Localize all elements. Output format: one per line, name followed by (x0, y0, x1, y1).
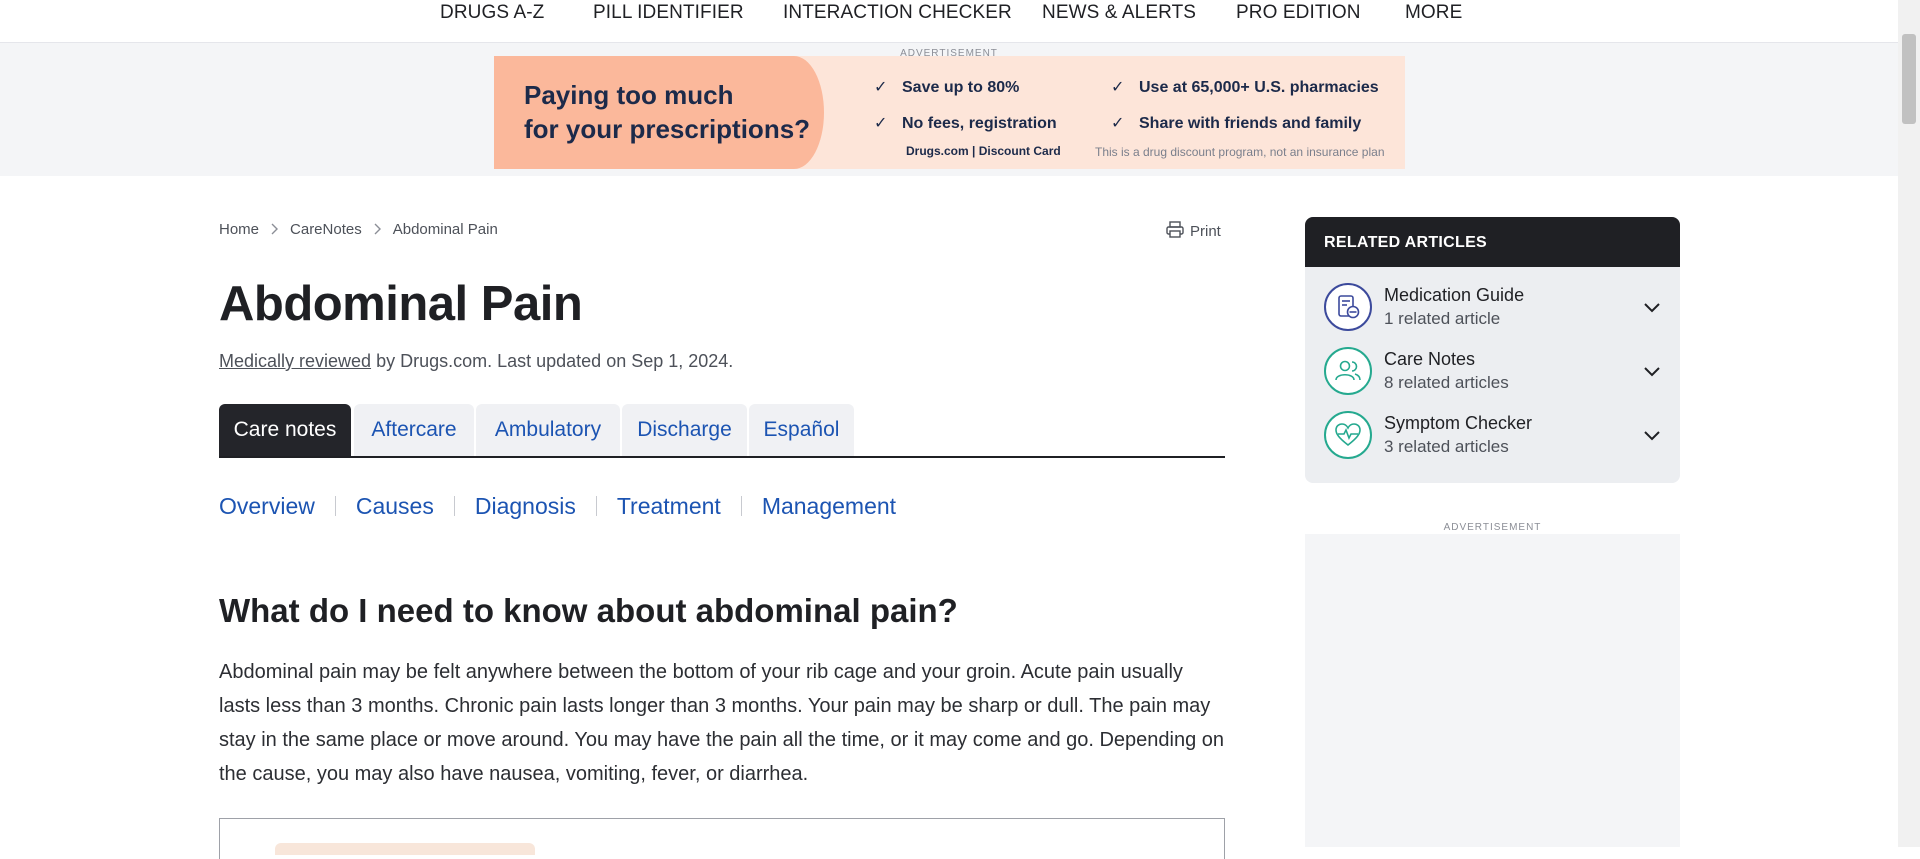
check-icon: ✓ (874, 79, 888, 96)
banner-bullet-text: Save up to 80% (902, 79, 1020, 96)
banner-headline: Paying too much for your prescriptions? (524, 78, 824, 146)
print-button[interactable]: Print (1166, 221, 1221, 242)
related-item-count: 8 related articles (1384, 373, 1509, 392)
chevron-down-icon[interactable] (1640, 295, 1664, 319)
banner-bullet-text: No fees, registration (902, 115, 1057, 132)
tab-aftercare[interactable]: Aftercare (354, 404, 474, 456)
heart-pulse-icon (1324, 411, 1372, 459)
divider (453, 496, 455, 516)
related-item-count: 1 related article (1384, 309, 1501, 328)
tab-discharge[interactable]: Discharge (622, 404, 747, 456)
nav-drugs-a-z[interactable]: DRUGS A-Z (440, 2, 544, 24)
scrollbar-thumb[interactable] (1902, 34, 1916, 124)
check-icon: ✓ (874, 115, 888, 132)
nav-more[interactable]: MORE (1405, 2, 1462, 24)
tab-care-notes[interactable]: Care notes (219, 404, 351, 456)
banner-disclaimer: This is a drug discount program, not an … (1095, 145, 1385, 159)
divider (334, 496, 336, 516)
check-icon: ✓ (1111, 115, 1125, 132)
chevron-right-icon (373, 222, 382, 238)
related-item-medication-guide[interactable]: Medication Guide 1 related article (1324, 281, 1664, 333)
print-label: Print (1190, 223, 1221, 240)
banner-bullet: ✓ No fees, registration (874, 113, 1057, 133)
related-item-title: Symptom Checker (1384, 413, 1533, 433)
sidebar-ad-label: ADVERTISEMENT (1443, 522, 1542, 533)
review-info: Medically reviewed by Drugs.com. Last up… (219, 351, 733, 372)
nav-news-alerts[interactable]: NEWS & ALERTS (1042, 2, 1196, 24)
discount-card-banner[interactable]: Paying too much for your prescriptions? … (494, 56, 1405, 169)
breadcrumb-current: Abdominal Pain (392, 221, 498, 238)
check-icon: ✓ (1111, 79, 1125, 96)
banner-headline-line2: for your prescriptions? (524, 114, 811, 144)
banner-bullet: ✓ Share with friends and family (1111, 113, 1361, 133)
section-link-causes[interactable]: Causes (356, 493, 434, 520)
banner-bullet: ✓ Use at 65,000+ U.S. pharmacies (1111, 77, 1379, 97)
illustration-image (275, 843, 535, 855)
section-link-management[interactable]: Management (762, 493, 896, 520)
banner-bullet-text: Use at 65,000+ U.S. pharmacies (1139, 79, 1379, 96)
sidebar-ad (1305, 534, 1680, 847)
medication-guide-icon (1324, 283, 1372, 331)
body-paragraph: Abdominal pain may be felt anywhere betw… (219, 661, 1225, 785)
tab-espanol[interactable]: Español (749, 404, 854, 456)
page-title: Abdominal Pain (219, 277, 583, 331)
related-item-symptom-checker[interactable]: Symptom Checker 3 related articles (1324, 409, 1664, 461)
section-heading: What do I need to know about abdominal p… (219, 592, 958, 629)
page: DRUGS A-Z PILL IDENTIFIER INTERACTION CH… (0, 0, 1898, 859)
chevron-down-icon[interactable] (1640, 359, 1664, 383)
related-articles-heading: RELATED ARTICLES (1305, 217, 1680, 267)
section-link-diagnosis[interactable]: Diagnosis (475, 493, 576, 520)
banner-headline-line1: Paying too much (524, 80, 734, 110)
banner-bullet-text: Share with friends and family (1139, 115, 1362, 132)
tab-ambulatory[interactable]: Ambulatory (476, 404, 620, 456)
nav-pro-edition[interactable]: PRO EDITION (1236, 2, 1361, 24)
nav-interaction-checker[interactable]: INTERACTION CHECKER (783, 2, 1012, 24)
section-link-overview[interactable]: Overview (219, 493, 315, 520)
divider (740, 496, 742, 516)
related-item-title: Medication Guide (1384, 285, 1525, 305)
chevron-down-icon[interactable] (1640, 423, 1664, 447)
content-tabs: Care notes Aftercare Ambulatory Discharg… (219, 404, 1225, 458)
section-link-treatment[interactable]: Treatment (617, 493, 721, 520)
review-details: by Drugs.com. Last updated on Sep 1, 202… (371, 351, 734, 371)
related-item-title: Care Notes (1384, 349, 1476, 369)
related-item-care-notes[interactable]: Care Notes 8 related articles (1324, 345, 1664, 397)
chevron-right-icon (270, 222, 279, 238)
nav-pill-identifier[interactable]: PILL IDENTIFIER (593, 2, 744, 24)
related-item-count: 3 related articles (1384, 437, 1509, 456)
banner-headline-panel: Paying too much for your prescriptions? (494, 56, 824, 169)
top-ad-area: ADVERTISEMENT Paying too much for your p… (0, 43, 1898, 176)
banner-brand: Drugs.com | Discount Card (906, 144, 1061, 158)
breadcrumb-carenotes[interactable]: CareNotes (290, 221, 362, 238)
banner-bullet: ✓ Save up to 80% (874, 77, 1019, 97)
related-articles-panel: RELATED ARTICLES Medication Guide 1 rela… (1305, 217, 1680, 483)
people-icon (1324, 347, 1372, 395)
printer-icon (1166, 221, 1184, 242)
illustration-frame (219, 818, 1225, 859)
breadcrumb: Home CareNotes Abdominal Pain (219, 221, 498, 238)
top-nav: DRUGS A-Z PILL IDENTIFIER INTERACTION CH… (0, 0, 1898, 43)
section-nav: Overview Causes Diagnosis Treatment Mana… (219, 490, 896, 522)
breadcrumb-home[interactable]: Home (219, 221, 259, 238)
medically-reviewed-link[interactable]: Medically reviewed (219, 351, 371, 371)
divider (595, 496, 597, 516)
page-scrollbar[interactable] (1898, 0, 1920, 847)
